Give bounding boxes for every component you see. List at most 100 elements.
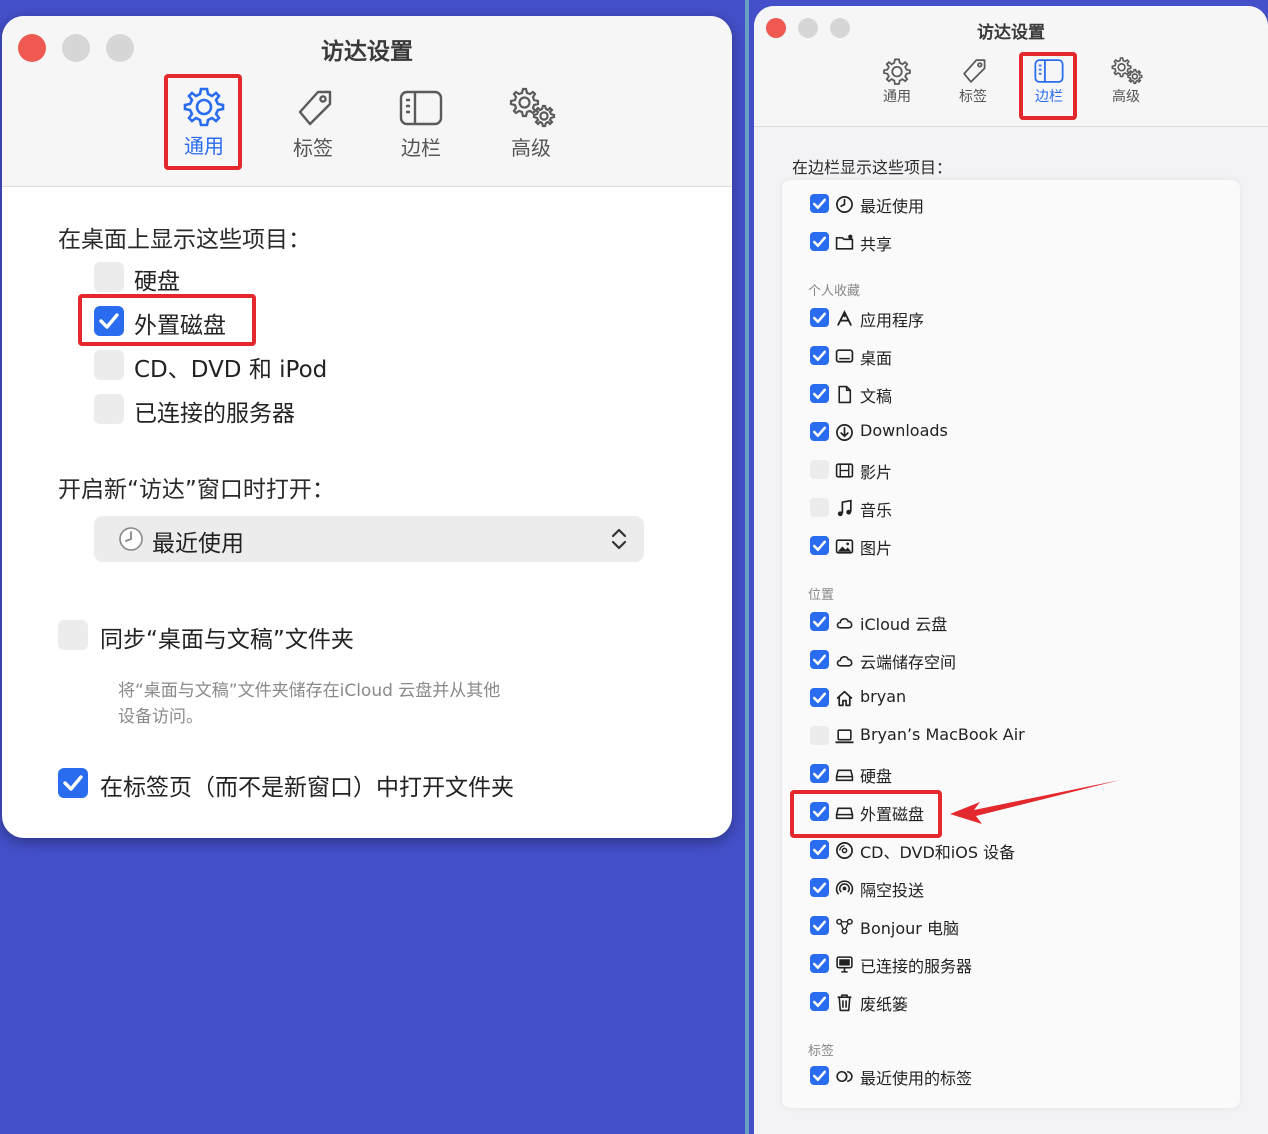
sidebar-checkbox[interactable] — [810, 308, 829, 327]
desktop-icon — [835, 347, 854, 370]
document-icon — [835, 385, 854, 408]
clock-icon — [119, 527, 143, 551]
finder-settings-window-general: 访达设置 通用 标签 边栏 高级 在桌面上显示这些项目： 硬盘 外置磁盘 CD、… — [2, 16, 732, 838]
chevron-updown-icon — [611, 528, 627, 550]
tab-label: 高级 — [1112, 89, 1140, 105]
sidebar-option-row[interactable]: 应用程序 — [782, 306, 1222, 330]
sidebar-checkbox[interactable] — [810, 384, 829, 403]
checkmark-icon — [812, 654, 827, 665]
checkmark-icon — [812, 616, 827, 627]
gear-icon — [883, 58, 911, 85]
tab-general[interactable]: 通用 — [872, 56, 922, 106]
tab-advanced[interactable]: 高级 — [1098, 56, 1154, 106]
sidebar-option-row[interactable]: 最近使用 — [782, 192, 1222, 216]
sidebar-option-row[interactable]: Downloads — [782, 420, 1222, 444]
checkmark-icon — [812, 198, 827, 209]
checkbox-cd-dvd-ipod[interactable] — [94, 350, 124, 380]
sidebar-checkbox[interactable] — [810, 916, 829, 935]
sidebar-option-row[interactable]: 已连接的服务器 — [782, 952, 1222, 976]
sidebar-option-row[interactable]: 音乐 — [782, 496, 1222, 520]
sidebar-option-row[interactable]: 桌面 — [782, 344, 1222, 368]
sidebar-checkbox[interactable] — [810, 422, 829, 441]
sync-description: 将“桌面与文稿”文件夹储存在iCloud 云盘并从其他 — [118, 681, 501, 701]
sidebar-option-label: bryan — [860, 687, 907, 706]
sidebar-checkbox[interactable] — [810, 232, 829, 251]
sidebar-checkbox[interactable] — [810, 498, 829, 517]
finder-settings-window-sidebar: 访达设置 通用 标签 边栏 高级 在边栏显示这些项目： 最近使用 共享 个人收藏… — [754, 6, 1268, 1134]
toolbar: 访达设置 通用 标签 边栏 高级 — [2, 16, 732, 187]
tag-icon — [963, 59, 986, 83]
checkmark-icon — [812, 426, 827, 437]
sidebar-checkbox[interactable] — [810, 688, 829, 707]
sidebar-checkbox[interactable] — [810, 1066, 829, 1085]
sidebar-option-row[interactable]: CD、DVD和iOS 设备 — [782, 838, 1222, 862]
checkmark-icon — [812, 920, 827, 931]
sidebar-checkbox[interactable] — [810, 840, 829, 859]
sidebar-option-row[interactable]: 废纸篓 — [782, 990, 1222, 1014]
checkmark-icon — [812, 540, 827, 551]
sidebar-checkbox[interactable] — [810, 346, 829, 365]
sidebar-option-label: 最近使用 — [860, 197, 925, 216]
sidebar-option-label: 硬盘 — [860, 767, 893, 786]
tab-label: 边栏 — [401, 136, 441, 160]
tab-label: 高级 — [511, 136, 551, 160]
tab-sidebar[interactable]: 边栏 — [388, 86, 454, 161]
sidebar-option-row[interactable]: 文稿 — [782, 382, 1222, 406]
checkbox-hard-disk[interactable] — [94, 262, 124, 292]
tag-icon — [298, 90, 332, 126]
checkbox-label: 同步“桌面与文稿”文件夹 — [100, 627, 354, 653]
applications-icon — [835, 309, 854, 332]
sidebar-option-row[interactable]: 最近使用的标签 — [782, 1064, 1222, 1088]
music-icon — [835, 499, 854, 522]
sidebar-checkbox[interactable] — [810, 650, 829, 669]
new-window-popup[interactable]: 最近使用 — [94, 516, 644, 562]
highlight-box — [78, 294, 256, 346]
tab-tags[interactable]: 标签 — [948, 56, 998, 106]
sidebar-checkbox[interactable] — [810, 992, 829, 1011]
sidebar-option-row[interactable]: 共享 — [782, 230, 1222, 254]
sidebar-option-row[interactable]: iCloud 云盘 — [782, 610, 1222, 634]
checkbox-sync-desktop-documents[interactable] — [58, 620, 88, 650]
sidebar-checkbox[interactable] — [810, 764, 829, 783]
photo-icon — [835, 537, 854, 560]
sidebar-option-label: 影片 — [860, 463, 893, 482]
shared-folder-icon — [835, 233, 854, 256]
checkbox-label: 已连接的服务器 — [134, 401, 295, 427]
sidebar-checkbox[interactable] — [810, 536, 829, 555]
sidebar-checkbox[interactable] — [810, 194, 829, 213]
section-heading: 在边栏显示这些项目： — [792, 158, 953, 177]
sidebar-option-row[interactable]: 云端储存空间 — [782, 648, 1222, 672]
sidebar-option-row[interactable]: 隔空投送 — [782, 876, 1222, 900]
sidebar-option-label: 文稿 — [860, 387, 893, 406]
checkmark-icon — [812, 958, 827, 969]
sidebar-option-row[interactable]: 图片 — [782, 534, 1222, 558]
checkbox-connected-servers[interactable] — [94, 394, 124, 424]
tab-label: 标签 — [959, 89, 987, 105]
sidebar-option-row[interactable]: bryan — [782, 686, 1222, 710]
download-icon — [835, 423, 854, 446]
laptop-icon — [835, 727, 854, 750]
sidebar-option-label: iCloud 云盘 — [860, 615, 948, 634]
group-label: 个人收藏 — [808, 284, 861, 299]
sidebar-option-row[interactable]: Bonjour 电脑 — [782, 914, 1222, 938]
sidebar-option-label: CD、DVD和iOS 设备 — [860, 843, 1016, 862]
checkbox-open-in-tabs[interactable] — [58, 768, 88, 798]
sidebar-checkbox[interactable] — [810, 878, 829, 897]
sidebar-checkbox[interactable] — [810, 954, 829, 973]
checkmark-icon — [812, 882, 827, 893]
sidebar-option-row[interactable]: Bryan’s MacBook Air — [782, 724, 1222, 748]
trash-icon — [835, 993, 854, 1016]
tab-advanced[interactable]: 高级 — [496, 86, 566, 161]
tab-label: 标签 — [293, 136, 333, 160]
window-title: 访达设置 — [321, 39, 413, 65]
tab-tags[interactable]: 标签 — [280, 86, 346, 161]
checkmark-icon — [812, 996, 827, 1007]
server-icon — [835, 955, 854, 978]
sidebar-checkbox[interactable] — [810, 460, 829, 479]
sidebar-items-list: 最近使用 共享 个人收藏 应用程序 桌面 文稿 Downloads 影片 音乐 图片 位置 i… — [782, 180, 1240, 1108]
sidebar-checkbox[interactable] — [810, 726, 829, 745]
tags-icon — [835, 1067, 854, 1090]
cloud-icon — [835, 613, 854, 636]
sidebar-checkbox[interactable] — [810, 612, 829, 631]
sidebar-option-row[interactable]: 影片 — [782, 458, 1222, 482]
